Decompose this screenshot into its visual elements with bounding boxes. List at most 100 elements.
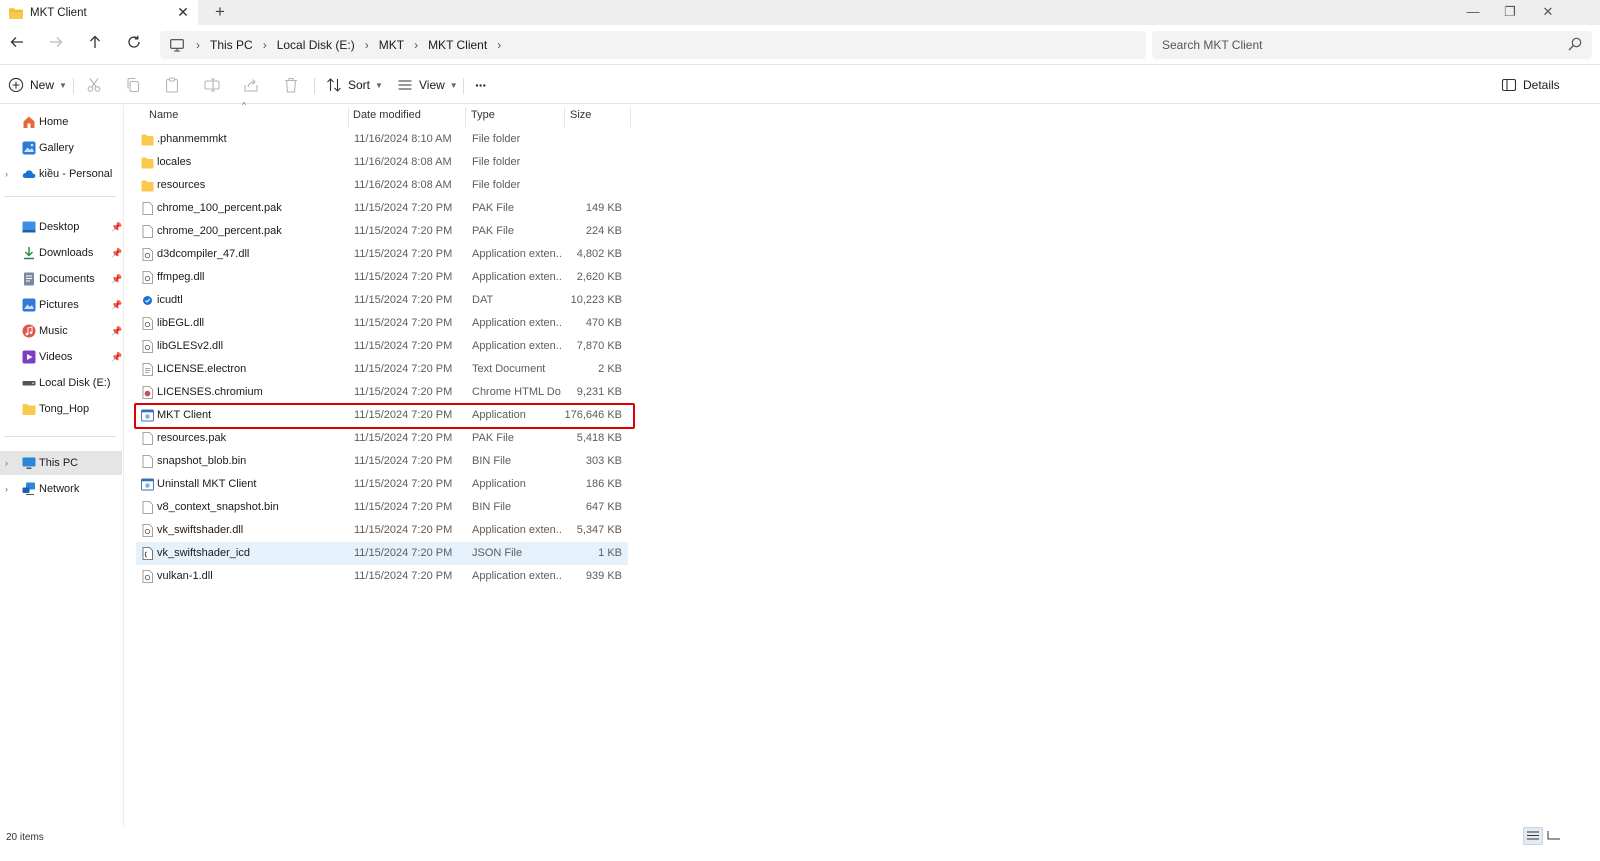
back-button[interactable] xyxy=(6,34,28,56)
restore-button[interactable]: ❐ xyxy=(1500,2,1520,22)
breadcrumb-this-pc[interactable]: This PC xyxy=(202,38,261,52)
sidebar-item-pictures[interactable]: Pictures 📌 xyxy=(0,293,122,317)
sidebar-item-network[interactable]: › Network xyxy=(0,477,122,501)
view-button[interactable]: View ▼ xyxy=(397,74,458,96)
column-header-name[interactable]: Name xyxy=(149,105,349,127)
app-icon xyxy=(141,409,154,422)
file-row[interactable]: snapshot_blob.bin 11/15/2024 7:20 PM BIN F… xyxy=(136,450,628,473)
file-date-modified: 11/15/2024 7:20 PM xyxy=(354,317,453,329)
column-resize-handle[interactable] xyxy=(564,107,565,127)
file-row[interactable]: resources.pak 11/15/2024 7:20 PM PAK File 5… xyxy=(136,427,628,450)
file-row[interactable]: vk_swiftshader_icd 11/15/2024 7:20 PM JSON… xyxy=(136,542,628,565)
dll-icon xyxy=(142,340,153,353)
chevron-right-icon[interactable]: › xyxy=(363,38,371,52)
pin-icon[interactable]: 📌 xyxy=(111,248,122,259)
column-resize-handle[interactable] xyxy=(630,107,631,127)
details-view-icon xyxy=(1527,831,1539,840)
file-size: 2,620 KB xyxy=(576,271,622,283)
copy-button[interactable] xyxy=(125,74,141,96)
breadcrumb-local-disk[interactable]: Local Disk (E:) xyxy=(269,38,363,52)
file-row[interactable]: v8_context_snapshot.bin 11/15/2024 7:20 P… xyxy=(136,496,628,519)
refresh-button[interactable] xyxy=(123,34,145,56)
file-row[interactable]: chrome_200_percent.pak 11/15/2024 7:20 PM… xyxy=(136,220,628,243)
close-window-button[interactable]: ✕ xyxy=(1538,2,1558,22)
details-pane-button[interactable]: Details xyxy=(1501,74,1560,96)
forward-button[interactable] xyxy=(45,34,67,56)
sidebar-item-documents[interactable]: Documents 📌 xyxy=(0,267,122,291)
share-button[interactable] xyxy=(243,74,259,96)
column-header-type[interactable]: Type xyxy=(471,105,561,127)
column-header-date[interactable]: Date modified xyxy=(353,105,463,127)
column-header-size[interactable]: Size xyxy=(570,105,630,127)
rename-button[interactable] xyxy=(204,74,220,96)
pin-icon[interactable]: 📌 xyxy=(111,300,122,311)
search-box[interactable] xyxy=(1152,31,1592,59)
clipboard-icon xyxy=(165,77,179,93)
file-row[interactable]: chrome_100_percent.pak 11/15/2024 7:20 PM… xyxy=(136,197,628,220)
chevron-right-icon[interactable]: › xyxy=(5,169,8,179)
sidebar-item-this-pc[interactable]: › This PC xyxy=(0,451,122,475)
sort-icon xyxy=(327,78,341,92)
file-row[interactable]: ffmpeg.dll 11/15/2024 7:20 PM Application … xyxy=(136,266,628,289)
new-button[interactable]: New ▼ xyxy=(8,74,67,96)
up-button[interactable] xyxy=(84,34,106,56)
file-row[interactable]: libEGL.dll 11/15/2024 7:20 PM Application … xyxy=(136,312,628,335)
pin-icon[interactable]: 📌 xyxy=(111,326,122,337)
download-icon xyxy=(24,247,34,260)
file-row[interactable]: vulkan-1.dll 11/15/2024 7:20 PM Applicatio… xyxy=(136,565,628,588)
sidebar-item-desktop[interactable]: Desktop 📌 xyxy=(0,215,122,239)
sidebar-item-local-disk[interactable]: Local Disk (E:) xyxy=(0,371,122,395)
sidebar-item-label: Videos xyxy=(39,351,73,363)
file-size: 10,223 KB xyxy=(570,294,622,306)
file-date-modified: 11/15/2024 7:20 PM xyxy=(354,340,453,352)
sidebar-item-tong-hop[interactable]: Tong_Hop xyxy=(0,397,122,421)
pin-icon[interactable]: 📌 xyxy=(111,352,122,363)
sidebar-item-onedrive[interactable]: › kiều - Personal xyxy=(0,162,122,186)
chevron-right-icon[interactable]: › xyxy=(495,38,503,52)
window-tab[interactable]: MKT Client ✕ xyxy=(0,0,198,25)
search-input[interactable] xyxy=(1162,35,1542,55)
column-resize-handle[interactable] xyxy=(465,107,466,127)
breadcrumb-mkt-client[interactable]: MKT Client xyxy=(420,38,495,52)
column-resize-handle[interactable] xyxy=(348,107,349,127)
sidebar-item-home[interactable]: Home xyxy=(0,110,122,134)
pin-icon[interactable]: 📌 xyxy=(111,222,122,233)
file-row[interactable]: icudtl 11/15/2024 7:20 PM DAT 10,223 KB xyxy=(136,289,628,312)
sidebar-item-gallery[interactable]: Gallery xyxy=(0,136,122,160)
file-row[interactable]: MKT Client 11/15/2024 7:20 PM Application 1… xyxy=(136,404,628,427)
sidebar-item-downloads[interactable]: Downloads 📌 xyxy=(0,241,122,265)
details-view-button[interactable] xyxy=(1523,827,1543,845)
tiles-view-button[interactable] xyxy=(1545,827,1565,845)
sidebar-item-music[interactable]: Music 📌 xyxy=(0,319,122,343)
chevron-down-icon: ▼ xyxy=(59,80,67,90)
file-row[interactable]: LICENSES.chromium 11/15/2024 7:20 PM Chrom… xyxy=(136,381,628,404)
chevron-right-icon[interactable]: › xyxy=(261,38,269,52)
breadcrumb-mkt[interactable]: MKT xyxy=(371,38,412,52)
cut-button[interactable] xyxy=(86,74,102,96)
pin-icon[interactable]: 📌 xyxy=(111,274,122,285)
minimize-button[interactable]: — xyxy=(1463,2,1483,22)
file-row[interactable]: locales 11/16/2024 8:08 AM File folder xyxy=(136,151,628,174)
file-date-modified: 11/15/2024 7:20 PM xyxy=(354,363,453,375)
chevron-right-icon[interactable]: › xyxy=(412,38,420,52)
file-row[interactable]: vk_swiftshader.dll 11/15/2024 7:20 PM Appl… xyxy=(136,519,628,542)
file-row[interactable]: .phanmemmkt 11/16/2024 8:10 AM File folder xyxy=(136,128,628,151)
file-name: snapshot_blob.bin xyxy=(157,455,247,467)
more-options-button[interactable]: ··· xyxy=(475,74,487,96)
breadcrumb[interactable]: › This PC › Local Disk (E:) › MKT › MKT … xyxy=(160,31,1146,59)
file-row[interactable]: resources 11/16/2024 8:08 AM File folder xyxy=(136,174,628,197)
file-type: Application exten... xyxy=(472,570,562,582)
tab-close-button[interactable]: ✕ xyxy=(176,5,190,19)
paste-button[interactable] xyxy=(164,74,180,96)
file-row[interactable]: LICENSE.electron 11/15/2024 7:20 PM Text D… xyxy=(136,358,628,381)
file-row[interactable]: d3dcompiler_47.dll 11/15/2024 7:20 PM Appl… xyxy=(136,243,628,266)
file-row[interactable]: Uninstall MKT Client 11/15/2024 7:20 PM Ap… xyxy=(136,473,628,496)
chevron-right-icon[interactable]: › xyxy=(5,484,8,494)
sort-button[interactable]: Sort ▼ xyxy=(326,74,383,96)
delete-button[interactable] xyxy=(283,74,299,96)
sidebar-item-videos[interactable]: Videos 📌 xyxy=(0,345,122,369)
new-tab-button[interactable]: + xyxy=(210,3,230,23)
file-date-modified: 11/15/2024 7:20 PM xyxy=(354,294,453,306)
file-row[interactable]: libGLESv2.dll 11/15/2024 7:20 PM Applicati… xyxy=(136,335,628,358)
chevron-right-icon[interactable]: › xyxy=(5,458,8,468)
